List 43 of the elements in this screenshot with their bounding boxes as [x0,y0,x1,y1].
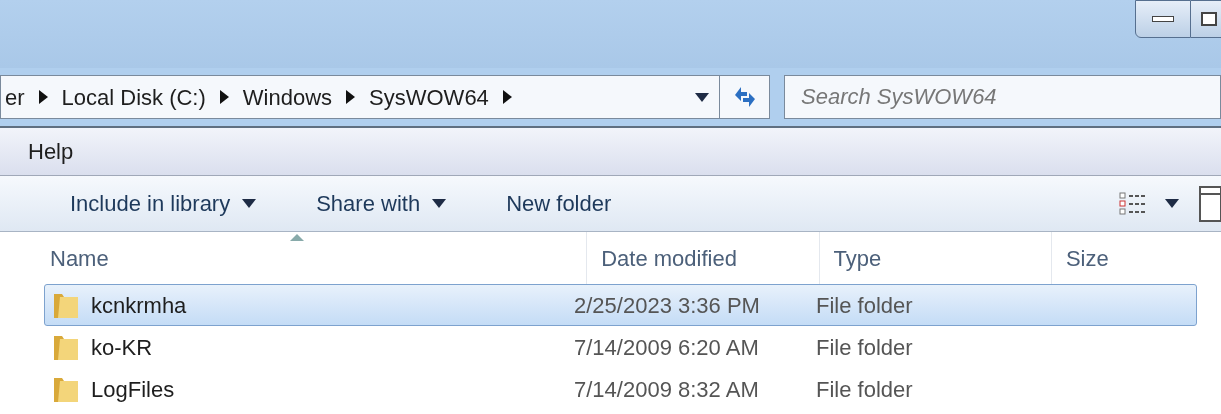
search-field[interactable]: Search SysWOW64 [784,75,1221,119]
chevron-right-icon[interactable] [502,90,512,104]
file-name: ko-KR [91,333,153,362]
sort-arrow-icon [290,234,304,241]
caret-icon [1165,199,1179,208]
folder-icon [53,333,79,361]
menu-item[interactable]: Help [28,135,74,168]
minimize-button[interactable] [1135,0,1191,38]
breadcrumb[interactable]: SysWOW64 [369,80,489,114]
toolbar-button[interactable]: Include in library [70,187,257,220]
folder-icon [53,291,79,319]
date-modified: 7/14/2009 8:32 AM [574,376,759,402]
caret-icon [432,199,447,208]
file-type: File folder [816,292,913,318]
view-options-button[interactable] [1119,191,1179,216]
dropdown-icon [695,92,709,102]
date-modified: 2/25/2023 3:36 PM [574,292,760,318]
breadcrumb[interactable]: Windows [242,80,333,114]
chevron-right-icon[interactable] [38,90,48,104]
list-icon [1119,191,1147,216]
chevron-right-icon[interactable] [219,90,229,104]
preview-pane-icon[interactable] [1199,185,1221,222]
column-header[interactable]: Type [833,241,882,275]
folder-icon [53,375,79,403]
column-header[interactable]: Size [1065,241,1109,275]
toolbar-button[interactable]: New folder [506,187,612,220]
breadcrumb[interactable]: er [5,80,25,114]
file-row[interactable]: LogFiles 7/14/2009 8:32 AM File folder [44,368,1197,410]
file-row[interactable]: kcnkrmha 2/25/2023 3:36 PM File folder [44,284,1197,326]
file-name: LogFiles [91,375,175,404]
file-type: File folder [816,334,913,360]
toolbar-button[interactable]: Share with [316,187,447,220]
column-header[interactable]: Date modified [601,241,737,275]
address-bar[interactable]: er Local Disk (C:) Windows SysWOW64 [0,75,770,119]
maximize-button[interactable] [1191,0,1221,38]
column-header[interactable]: Name [50,241,109,275]
caret-icon [242,199,257,208]
file-name: kcnkrmha [91,291,187,320]
chevron-right-icon[interactable] [346,90,356,104]
date-modified: 7/14/2009 6:20 AM [574,334,759,360]
breadcrumb[interactable]: Local Disk (C:) [61,80,206,114]
file-type: File folder [816,376,913,402]
file-row[interactable]: ko-KR 7/14/2009 6:20 AM File folder [44,326,1197,368]
